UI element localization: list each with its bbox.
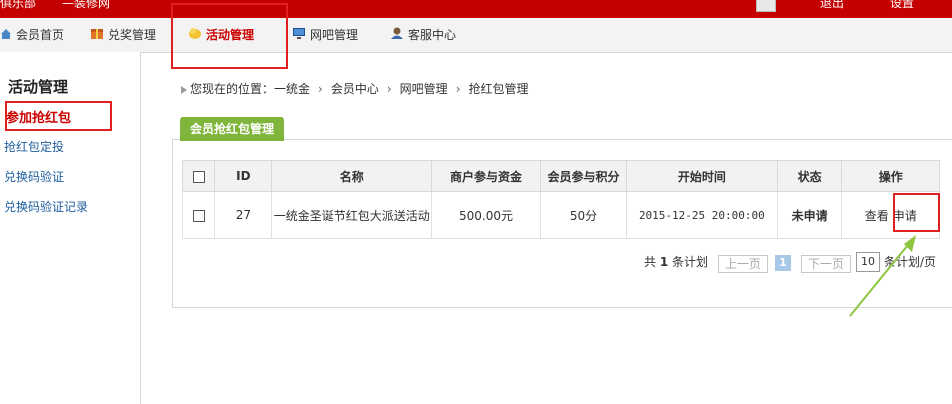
table-row: 27 一统金圣诞节红包大派送活动 500.00元 50分 2015-12-25 … xyxy=(181,191,940,239)
select-all-cell xyxy=(181,160,216,192)
col-start-time: 开始时间 xyxy=(626,160,778,192)
plan-table: ID 名称 商户参与资金 会员参与积分 开始时间 状态 操作 27 一统金圣诞节… xyxy=(181,160,940,239)
top-link-settings[interactable]: 设置 xyxy=(890,0,914,11)
annotation-box-nav xyxy=(171,3,288,69)
row-checkbox[interactable] xyxy=(192,209,205,222)
pager-total-prefix: 共 xyxy=(644,255,657,269)
select-all-checkbox[interactable] xyxy=(192,170,205,183)
main-nav: 会员首页 兑奖管理 活动管理 网吧管理 客服中心 xyxy=(0,18,952,53)
nav-item-member-home[interactable]: 会员首页 xyxy=(0,18,64,52)
prev-page-button[interactable]: 上一页 xyxy=(718,255,768,273)
home-icon xyxy=(0,19,12,53)
annotation-box-sidebar xyxy=(5,101,112,131)
row-name: 一统金圣诞节红包大派送活动 xyxy=(271,191,432,239)
breadcrumb-item[interactable]: 一统金 xyxy=(274,82,310,96)
breadcrumb-item: 抢红包管理 xyxy=(468,82,529,96)
page-size-input[interactable]: 10 xyxy=(856,252,880,272)
pager-total: 共 1 条计划 xyxy=(644,253,708,270)
top-bar: 俱乐部 —装修网 退出 设置 xyxy=(0,0,952,18)
pager-total-count: 1 xyxy=(659,255,669,269)
breadcrumb-arrow-icon xyxy=(181,85,187,94)
breadcrumb-item[interactable]: 会员中心 xyxy=(331,82,379,96)
service-icon xyxy=(390,19,404,53)
monitor-icon xyxy=(292,19,306,53)
col-actions: 操作 xyxy=(841,160,940,192)
col-status: 状态 xyxy=(776,160,843,192)
page-size-suffix: 条计划/页 xyxy=(884,255,937,269)
breadcrumb-prefix: 您现在的位置： xyxy=(190,82,275,96)
row-member-points: 50分 xyxy=(540,191,627,239)
tab-member-redpacket[interactable]: 会员抢红包管理 xyxy=(180,117,285,141)
breadcrumb-separator: › xyxy=(386,82,392,96)
row-id: 27 xyxy=(214,191,273,239)
sidebar-item-code-verify[interactable]: 兑换码验证 xyxy=(4,168,64,185)
col-member-points: 会员参与积分 xyxy=(540,160,627,192)
breadcrumb-separator: › xyxy=(318,82,323,96)
table-header-row: ID 名称 商户参与资金 会员参与积分 开始时间 状态 操作 xyxy=(181,160,940,192)
view-link[interactable]: 查看 xyxy=(865,209,889,223)
top-link-club[interactable]: 俱乐部 xyxy=(0,0,36,11)
breadcrumb: 您现在的位置：一统金 › 会员中心 › 网吧管理 › 抢红包管理 xyxy=(181,80,529,97)
sidebar-item-code-verify-log[interactable]: 兑换码验证记录 xyxy=(4,198,88,215)
nav-item-label: 网吧管理 xyxy=(310,28,359,42)
nav-item-prize-mgmt[interactable]: 兑奖管理 xyxy=(90,18,156,52)
top-link-decor[interactable]: —装修网 xyxy=(62,0,110,11)
next-page-button[interactable]: 下一页 xyxy=(801,255,851,273)
row-merchant-funds: 500.00元 xyxy=(430,191,542,239)
nav-item-label: 兑奖管理 xyxy=(108,28,157,42)
gift-icon xyxy=(90,19,104,53)
breadcrumb-item[interactable]: 网吧管理 xyxy=(400,82,448,96)
nav-item-service-center[interactable]: 客服中心 xyxy=(390,18,456,52)
user-avatar[interactable] xyxy=(756,0,776,12)
col-name: 名称 xyxy=(271,160,432,192)
pager-total-suffix: 条计划 xyxy=(672,255,709,269)
row-select-cell xyxy=(181,191,216,239)
sidebar-title: 活动管理 xyxy=(8,78,69,96)
nav-item-label: 会员首页 xyxy=(16,28,65,42)
nav-item-label: 客服中心 xyxy=(408,28,457,42)
col-merchant-funds: 商户参与资金 xyxy=(430,160,542,192)
annotation-box-apply xyxy=(893,193,940,232)
breadcrumb-separator: › xyxy=(455,82,461,96)
top-link-logout[interactable]: 退出 xyxy=(820,0,844,11)
col-id: ID xyxy=(214,160,273,192)
sidebar-item-redpacket-invest[interactable]: 抢红包定投 xyxy=(4,138,64,155)
nav-item-netcafe-mgmt[interactable]: 网吧管理 xyxy=(292,18,358,52)
row-status: 未申请 xyxy=(776,191,843,239)
row-start-time: 2015-12-25 20:00:00 xyxy=(626,191,778,239)
current-page[interactable]: 1 xyxy=(775,255,791,271)
